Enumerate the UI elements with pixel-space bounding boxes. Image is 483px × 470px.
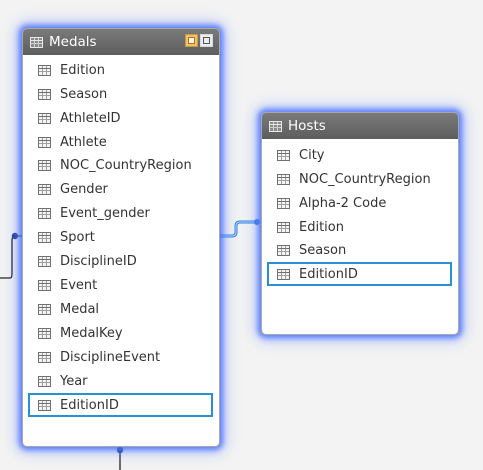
field-row-alpha-2-code[interactable]: Alpha-2 Code xyxy=(268,192,386,214)
column-icon xyxy=(38,351,51,363)
field-row-disciplineevent[interactable]: DisciplineEvent xyxy=(29,346,160,368)
field-label: Athlete xyxy=(60,134,107,150)
column-icon xyxy=(38,303,51,315)
medals-table-title: Medals xyxy=(49,34,97,50)
column-icon xyxy=(38,207,51,219)
medals-table-card[interactable]: Medals Edition Season AthleteID Athlete … xyxy=(22,28,220,447)
field-row-event[interactable]: Event xyxy=(29,274,97,296)
field-label: City xyxy=(299,147,325,163)
field-label: EditionID xyxy=(60,397,119,413)
field-label: NOC_CountryRegion xyxy=(299,171,431,187)
field-label: NOC_CountryRegion xyxy=(60,157,192,173)
field-row-medal[interactable]: Medal xyxy=(29,298,99,320)
column-icon xyxy=(38,327,51,339)
table-icon xyxy=(269,120,282,132)
field-label: MedalKey xyxy=(60,325,123,341)
field-label: DisciplineID xyxy=(60,253,137,269)
column-icon xyxy=(38,375,51,387)
column-icon xyxy=(277,173,290,185)
column-icon xyxy=(38,112,51,124)
field-row-city[interactable]: City xyxy=(268,144,324,166)
field-row-editionid-selected[interactable]: EditionID xyxy=(28,393,213,417)
field-row-year[interactable]: Year xyxy=(29,370,88,392)
field-row-edition[interactable]: Edition xyxy=(268,216,344,238)
field-label: AthleteID xyxy=(60,110,121,126)
field-label: DisciplineEvent xyxy=(60,349,161,365)
field-row-noc-countryregion[interactable]: NOC_CountryRegion xyxy=(29,154,192,176)
column-icon xyxy=(38,255,51,267)
field-label: Alpha-2 Code xyxy=(299,195,387,211)
bottom-connector-dot xyxy=(116,446,124,454)
field-row-athlete[interactable]: Athlete xyxy=(29,131,107,153)
field-label: Edition xyxy=(60,62,105,78)
field-row-edition[interactable]: Edition xyxy=(29,59,105,81)
column-icon xyxy=(38,136,51,148)
show-hide-fields-icon[interactable] xyxy=(185,34,198,47)
column-icon xyxy=(277,221,290,233)
column-icon xyxy=(38,399,51,411)
table-icon xyxy=(30,36,43,48)
field-label: Edition xyxy=(299,219,344,235)
column-icon xyxy=(277,149,290,161)
field-row-athleteid[interactable]: AthleteID xyxy=(29,107,121,129)
column-icon xyxy=(38,88,51,100)
field-row-event-gender[interactable]: Event_gender xyxy=(29,202,150,224)
field-row-sport[interactable]: Sport xyxy=(29,226,95,248)
hosts-table-card[interactable]: Hosts City NOC_CountryRegion Alpha-2 Cod… xyxy=(261,112,459,335)
hosts-table-title: Hosts xyxy=(288,118,326,134)
column-icon xyxy=(38,159,51,171)
column-icon xyxy=(277,244,290,256)
field-label: Event_gender xyxy=(60,205,150,221)
field-label: Sport xyxy=(60,229,95,245)
left-connector-dot xyxy=(11,232,19,240)
column-icon xyxy=(38,279,51,291)
field-row-medalkey[interactable]: MedalKey xyxy=(29,322,123,344)
field-label: Medal xyxy=(60,301,100,317)
field-label: Gender xyxy=(60,181,108,197)
field-label: EditionID xyxy=(299,266,358,282)
field-label: Season xyxy=(299,242,347,258)
field-label: Event xyxy=(60,277,98,293)
field-row-gender[interactable]: Gender xyxy=(29,178,108,200)
hosts-connector-dot xyxy=(254,219,260,225)
column-icon xyxy=(38,231,51,243)
field-row-noc-countryregion[interactable]: NOC_CountryRegion xyxy=(268,168,431,190)
medals-hosts-relationship-line xyxy=(220,220,258,238)
medals-table-header[interactable]: Medals xyxy=(23,29,219,55)
column-icon xyxy=(38,64,51,76)
field-label: Year xyxy=(60,373,88,389)
hosts-table-header[interactable]: Hosts xyxy=(262,113,458,139)
field-row-season[interactable]: Season xyxy=(29,83,107,105)
field-row-editionid-selected[interactable]: EditionID xyxy=(267,262,452,286)
field-row-disciplineid[interactable]: DisciplineID xyxy=(29,250,137,272)
restore-icon[interactable] xyxy=(200,34,213,47)
column-icon xyxy=(38,183,51,195)
column-icon xyxy=(277,268,290,280)
left-relationship-line xyxy=(0,235,22,279)
field-row-season[interactable]: Season xyxy=(268,239,346,261)
field-label: Season xyxy=(60,86,108,102)
column-icon xyxy=(277,197,290,209)
